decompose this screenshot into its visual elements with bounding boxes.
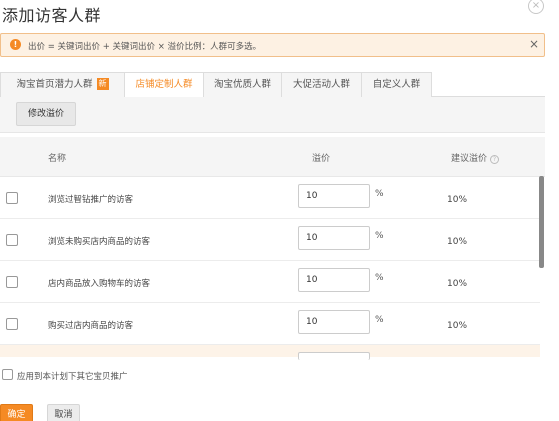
premium-input[interactable]: 10 — [298, 310, 370, 334]
modify-premium-button[interactable]: 修改溢价 — [16, 102, 76, 126]
toolbar: 修改溢价 — [0, 97, 545, 133]
suggested-premium: 10% — [447, 321, 468, 331]
suggested-premium: 10% — [447, 237, 468, 247]
close-icon[interactable]: × — [528, 0, 544, 14]
premium-input-partial[interactable] — [298, 352, 370, 360]
header-premium: 溢价 — [312, 154, 331, 164]
table-scrollbar[interactable] — [539, 176, 544, 268]
new-badge: 新 — [96, 78, 109, 90]
premium-input[interactable]: 10 — [298, 226, 370, 250]
suggested-premium: 10% — [447, 195, 468, 205]
table-row: 浏览未购买店内商品的访客 10 % 10% — [0, 219, 540, 261]
premium-input[interactable]: 10 — [298, 184, 370, 208]
row-checkbox[interactable] — [6, 192, 18, 204]
tab-label: 店铺定制人群 — [135, 79, 193, 90]
tab-label: 大促活动人群 — [292, 79, 350, 90]
row-name: 店内商品放入购物车的访客 — [48, 279, 151, 289]
tab-promo-event[interactable]: 大促活动人群 — [281, 72, 362, 97]
table-row: 购买过店内商品的访客 10 % 10% — [0, 303, 540, 345]
percent-unit: % — [375, 189, 384, 199]
row-checkbox[interactable] — [6, 276, 18, 288]
table-header: 名称 溢价 建议溢价? — [0, 137, 545, 177]
tab-label: 自定义人群 — [372, 79, 421, 90]
alert-text: 出价 = 关键词出价 + 关键词出价 × 溢价比例：人群可多选。 — [28, 42, 262, 52]
header-suggested: 建议溢价? — [451, 151, 500, 164]
row-checkbox[interactable] — [6, 234, 18, 246]
dialog-title: 添加访客人群 — [2, 6, 102, 25]
help-icon[interactable]: ? — [490, 155, 500, 164]
alert-close-icon[interactable]: × — [529, 37, 539, 51]
table-row: 浏览过智钻推广的访客 10 % 10% — [0, 177, 540, 219]
row-checkbox[interactable] — [6, 318, 18, 330]
percent-unit: % — [375, 273, 384, 283]
header-suggested-label: 建议溢价 — [451, 154, 488, 164]
tab-custom-audience[interactable]: 自定义人群 — [361, 72, 432, 97]
cancel-button[interactable]: 取消 — [47, 404, 80, 421]
info-alert: ! 出价 = 关键词出价 + 关键词出价 × 溢价比例：人群可多选。 × — [0, 33, 545, 57]
percent-unit: % — [375, 315, 384, 325]
table-row: 店内商品放入购物车的访客 10 % 10% — [0, 261, 540, 303]
tab-store-custom[interactable]: 店铺定制人群 — [124, 72, 204, 98]
percent-unit: % — [375, 231, 384, 241]
confirm-button[interactable]: 确定 — [0, 404, 33, 421]
header-name: 名称 — [48, 154, 67, 164]
apply-label: 应用到本计划下其它宝贝推广 — [17, 372, 128, 382]
row-name: 浏览过智钻推广的访客 — [48, 195, 134, 205]
warning-icon: ! — [10, 39, 21, 50]
table-row-partial — [0, 345, 540, 360]
premium-input[interactable]: 10 — [298, 268, 370, 292]
suggested-premium: 10% — [447, 279, 468, 289]
tab-label: 淘宝首页潜力人群 — [16, 79, 93, 90]
apply-checkbox[interactable] — [2, 369, 13, 380]
tab-homepage-potential[interactable]: 淘宝首页潜力人群新 — [0, 72, 125, 97]
row-name: 浏览未购买店内商品的访客 — [48, 237, 151, 247]
row-name: 购买过店内商品的访客 — [48, 321, 134, 331]
audience-tabs: 淘宝首页潜力人群新 店铺定制人群 淘宝优质人群 大促活动人群 自定义人群 — [0, 71, 545, 98]
tab-quality-audience[interactable]: 淘宝优质人群 — [203, 72, 282, 97]
tab-label: 淘宝优质人群 — [213, 79, 271, 90]
